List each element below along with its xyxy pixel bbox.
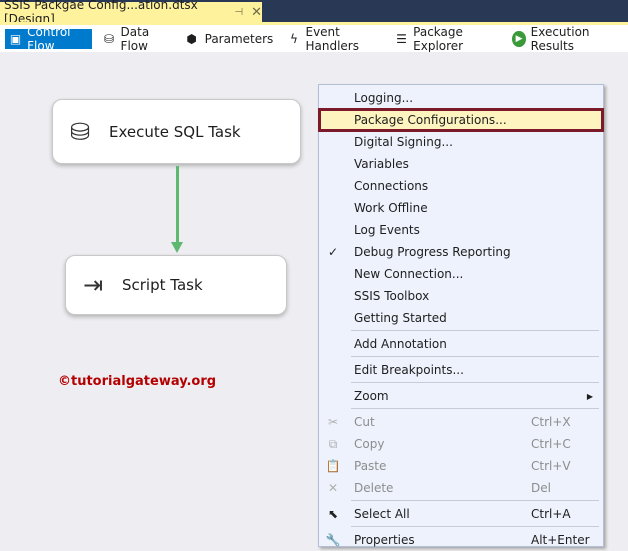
designer-tabs: ▣ Control Flow ⛁ Data Flow ⬢ Parameters ϟ Event… — [0, 22, 628, 53]
menu-item-select-all[interactable]: ⬉ Select All Ctrl+A — [319, 503, 603, 525]
menu-item-getting-started[interactable]: Getting Started — [319, 307, 603, 329]
task-label: Script Task — [122, 276, 203, 294]
tab-parameters[interactable]: ⬢ Parameters — [180, 29, 278, 49]
shortcut: Ctrl+C — [531, 437, 571, 451]
menu-item-package-configurations[interactable]: Package Configurations... — [318, 108, 604, 132]
menu-item-delete[interactable]: ✕ Delete Del — [319, 477, 603, 499]
select-all-icon: ⬉ — [327, 507, 339, 521]
shortcut: Del — [531, 481, 551, 495]
document-tab-bar: SSIS Packgae Config...ation.dtsx [Design… — [0, 0, 628, 26]
tab-label: Event Handlers — [305, 24, 359, 53]
menu-item-label: Edit Breakpoints... — [354, 363, 464, 377]
shortcut: Ctrl+V — [531, 459, 571, 473]
menu-item-label: Cut — [354, 415, 375, 429]
menu-item-paste[interactable]: 📋 Paste Ctrl+V — [319, 455, 603, 477]
properties-icon: 🔧 — [325, 533, 341, 547]
shortcut: Ctrl+A — [531, 507, 571, 521]
tab-event-handlers[interactable]: ϟ Event Handlers — [283, 25, 385, 53]
menu-item-zoom[interactable]: Zoom ▶ — [319, 385, 603, 407]
tab-label: Package Explorer — [413, 24, 464, 53]
menu-item-label: Getting Started — [354, 311, 447, 325]
menu-item-ssis-toolbox[interactable]: SSIS Toolbox — [319, 285, 603, 307]
paste-icon: 📋 — [325, 459, 341, 473]
package-explorer-icon: ☰ — [396, 31, 407, 46]
execute-sql-task-icon: ⛁ — [69, 117, 91, 146]
event-handlers-icon: ϟ — [289, 31, 298, 46]
menu-item-label: Paste — [354, 459, 387, 473]
control-flow-icon: ▣ — [9, 31, 22, 46]
menu-item-label: Package Configurations... — [354, 113, 507, 127]
tab-data-flow[interactable]: ⛁ Data Flow — [98, 25, 173, 53]
copy-icon: ⧉ — [328, 436, 338, 451]
tab-control-flow[interactable]: ▣ Control Flow — [5, 25, 93, 53]
task-label: Execute SQL Task — [109, 122, 241, 141]
precedence-constraint[interactable] — [176, 166, 179, 244]
checkmark-icon: ✓ — [327, 245, 339, 259]
menu-item-label: Properties — [354, 533, 415, 547]
context-menu: Logging... Package Configurations... Digit… — [318, 84, 604, 547]
delete-icon: ✕ — [327, 481, 339, 495]
menu-item-label: New Connection... — [354, 267, 464, 281]
pin-icon[interactable]: ⊣ — [234, 7, 243, 18]
shortcut: Ctrl+X — [531, 415, 571, 429]
menu-item-label: Debug Progress Reporting — [354, 245, 511, 259]
close-icon[interactable]: ✕ — [251, 5, 262, 20]
shortcut: Alt+Enter — [531, 533, 590, 547]
menu-item-label: Logging... — [354, 91, 414, 105]
menu-item-label: Work Offline — [354, 201, 428, 215]
tab-label: Execution Results — [530, 24, 590, 53]
menu-item-label: Select All — [354, 507, 410, 521]
menu-item-label: Copy — [354, 437, 385, 451]
menu-item-label: Connections — [354, 179, 429, 193]
menu-item-label: Log Events — [354, 223, 420, 237]
menu-item-label: Digital Signing... — [354, 135, 453, 149]
menu-item-label: Zoom — [354, 389, 389, 403]
menu-item-label: Add Annotation — [354, 337, 447, 351]
menu-item-add-annotation[interactable]: Add Annotation — [319, 333, 603, 355]
tab-label: Parameters — [204, 31, 274, 46]
tab-label: Control Flow — [27, 24, 71, 53]
data-flow-icon: ⛁ — [103, 31, 115, 46]
watermark: ©tutorialgateway.org — [58, 374, 217, 389]
menu-item-copy[interactable]: ⧉ Copy Ctrl+C — [319, 433, 603, 455]
parameters-icon: ⬢ — [186, 31, 197, 46]
menu-item-label: Delete — [354, 481, 394, 495]
menu-item-cut[interactable]: ✂ Cut Ctrl+X — [319, 411, 603, 433]
execute-sql-task[interactable]: ⛁ Execute SQL Task — [52, 99, 301, 164]
script-task-icon: ⇥ — [82, 271, 104, 299]
cut-icon: ✂ — [327, 415, 339, 429]
menu-item-digital-signing[interactable]: Digital Signing... — [319, 131, 603, 153]
menu-item-work-offline[interactable]: Work Offline — [319, 197, 603, 219]
tab-label: Data Flow — [120, 24, 150, 53]
menu-item-label: SSIS Toolbox — [354, 289, 430, 303]
submenu-arrow-icon: ▶ — [586, 391, 593, 401]
arrowhead-icon — [171, 242, 183, 253]
menu-item-label: Variables — [354, 157, 409, 171]
menu-item-variables[interactable]: Variables — [319, 153, 603, 175]
menu-item-log-events[interactable]: Log Events — [319, 219, 603, 241]
menu-item-logging[interactable]: Logging... — [319, 87, 603, 109]
execution-results-icon: ▶ — [512, 30, 526, 47]
tab-execution-results[interactable]: ▶ Execution Results — [508, 25, 622, 53]
tab-package-explorer[interactable]: ☰ Package Explorer — [391, 25, 502, 53]
script-task[interactable]: ⇥ Script Task — [65, 255, 287, 315]
menu-item-new-connection[interactable]: New Connection... — [319, 263, 603, 285]
document-tab[interactable]: SSIS Packgae Config...ation.dtsx [Design… — [0, 0, 262, 26]
menu-item-connections[interactable]: Connections — [319, 175, 603, 197]
menu-item-edit-breakpoints[interactable]: Edit Breakpoints... — [319, 359, 603, 381]
menu-item-debug-progress-reporting[interactable]: ✓ Debug Progress Reporting — [319, 241, 603, 263]
